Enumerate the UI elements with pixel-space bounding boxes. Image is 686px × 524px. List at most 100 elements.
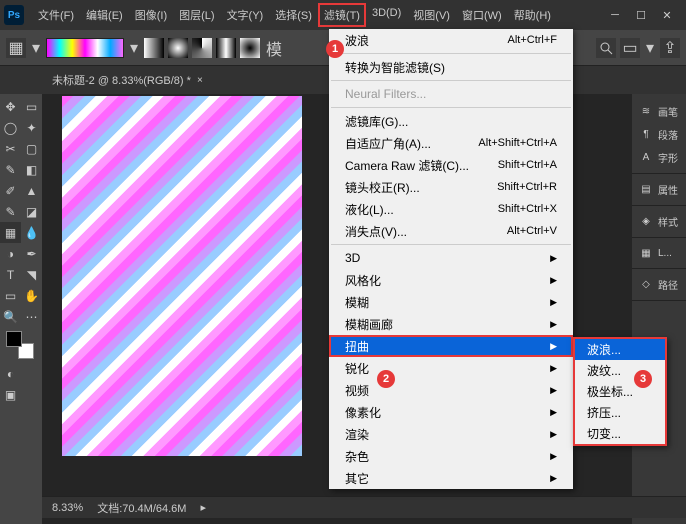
zoom-tool[interactable]: 🔍 <box>0 306 21 327</box>
zoom-level[interactable]: 8.33% <box>52 502 83 514</box>
history-brush-tool[interactable]: ✎ <box>0 201 21 222</box>
dd-camera-raw[interactable]: Camera Raw 滤镜(C)...Shift+Ctrl+A <box>329 154 573 176</box>
gradient-tool[interactable]: ▦ <box>0 222 21 243</box>
close-button[interactable]: ✕ <box>660 8 674 22</box>
menu-edit[interactable]: 编辑(E) <box>80 3 129 27</box>
gradient-angle-icon[interactable] <box>192 38 212 58</box>
dd-render[interactable]: 渲染▶ <box>329 423 573 445</box>
frame-tool[interactable]: ▢ <box>21 138 42 159</box>
sub-pinch[interactable]: 挤压... <box>575 402 665 423</box>
dd-distort[interactable]: 扭曲▶ <box>329 335 573 357</box>
document-tab[interactable]: 未标题-2 @ 8.33%(RGB/8) * × <box>44 68 211 92</box>
crop-tool[interactable]: ✂ <box>0 138 21 159</box>
menu-type[interactable]: 文字(Y) <box>221 3 270 27</box>
share-icon[interactable]: ⇪ <box>660 38 680 58</box>
submenu-arrow-icon: ▶ <box>550 429 557 440</box>
workspace-icon[interactable]: ▭ <box>620 38 640 58</box>
dd-lens-correction[interactable]: 镜头校正(R)...Shift+Ctrl+R <box>329 176 573 198</box>
eyedropper-tool[interactable]: ✎ <box>0 159 21 180</box>
dd-other[interactable]: 其它▶ <box>329 467 573 489</box>
panel-properties[interactable]: ▤属性 <box>632 178 686 201</box>
submenu-arrow-icon: ▶ <box>550 407 557 418</box>
shape-tool[interactable]: ▭ <box>0 285 21 306</box>
maximize-button[interactable]: ☐ <box>634 8 648 22</box>
color-swatches[interactable] <box>6 331 34 359</box>
minimize-button[interactable]: ─ <box>608 8 622 22</box>
hand-tool[interactable]: ✋ <box>21 285 42 306</box>
mode-button[interactable]: 模 <box>264 38 284 58</box>
screen-mode-tool[interactable]: ▣ <box>0 384 21 405</box>
dd-pixelate[interactable]: 像素化▶ <box>329 401 573 423</box>
dd-adaptive-wide-angle[interactable]: 自适应广角(A)...Alt+Shift+Ctrl+A <box>329 132 573 154</box>
eraser-tool[interactable]: ◪ <box>21 201 42 222</box>
panel-styles[interactable]: ◈样式 <box>632 210 686 233</box>
magic-wand-tool[interactable]: ✦ <box>21 117 42 138</box>
type-tool[interactable]: T <box>0 264 21 285</box>
dd-video[interactable]: 视频▶ <box>329 379 573 401</box>
path-select-tool[interactable]: ◥ <box>21 264 42 285</box>
gradient-radial-icon[interactable] <box>168 38 188 58</box>
sub-shear[interactable]: 切变... <box>575 423 665 444</box>
menu-view[interactable]: 视图(V) <box>407 3 456 27</box>
tool-preset-icon[interactable]: ▦ <box>6 38 26 58</box>
panel-paths[interactable]: ◇路径 <box>632 273 686 296</box>
dd-vanishing-point[interactable]: 消失点(V)...Alt+Ctrl+V <box>329 220 573 242</box>
dd-blur[interactable]: 模糊▶ <box>329 291 573 313</box>
toolbox: ✥▭ ◯✦ ✂▢ ✎◧ ✐▲ ✎◪ ▦💧 ◑✒ T◥ ▭✋ 🔍⋯ ◐ ▣ <box>0 94 42 524</box>
menu-window[interactable]: 窗口(W) <box>456 3 508 27</box>
quickmask-tool[interactable]: ◐ <box>0 363 21 384</box>
window-controls: ─ ☐ ✕ <box>608 8 682 22</box>
gradient-diamond-icon[interactable] <box>240 38 260 58</box>
menu-select[interactable]: 选择(S) <box>269 3 318 27</box>
submenu-arrow-icon: ▶ <box>550 253 557 264</box>
panel-brushes[interactable]: ≋画笔 <box>632 100 686 123</box>
sub-wave[interactable]: 波浪... <box>575 339 665 360</box>
blur-tool[interactable]: 💧 <box>21 222 42 243</box>
brush-tool[interactable]: ✐ <box>0 180 21 201</box>
annotation-3: 3 <box>634 370 652 388</box>
menu-layer[interactable]: 图层(L) <box>173 3 220 27</box>
menu-separator <box>331 107 571 108</box>
panel-glyphs[interactable]: A字形 <box>632 146 686 169</box>
tool-preset-dropdown[interactable]: ▾ <box>30 38 42 58</box>
menu-file[interactable]: 文件(F) <box>32 3 80 27</box>
dd-convert-smart[interactable]: 转换为智能滤镜(S) <box>329 56 573 78</box>
dd-liquify[interactable]: 液化(L)...Shift+Ctrl+X <box>329 198 573 220</box>
ruler-tool[interactable]: ◧ <box>21 159 42 180</box>
menu-filter[interactable]: 滤镜(T) <box>318 3 366 27</box>
dd-last-filter[interactable]: 波浪Alt+Ctrl+F <box>329 29 573 51</box>
dd-sharpen[interactable]: 锐化▶ <box>329 357 573 379</box>
dd-stylize[interactable]: 风格化▶ <box>329 269 573 291</box>
dd-noise[interactable]: 杂色▶ <box>329 445 573 467</box>
sub-polar[interactable]: 极坐标... <box>575 381 665 402</box>
menu-help[interactable]: 帮助(H) <box>508 3 557 27</box>
lasso-tool[interactable]: ◯ <box>0 117 21 138</box>
dd-neural-filters[interactable]: Neural Filters... <box>329 83 573 105</box>
foreground-color-swatch[interactable] <box>6 331 22 347</box>
panel-libraries[interactable]: ▦L... <box>632 242 686 264</box>
move-tool[interactable]: ✥ <box>0 96 21 117</box>
workspace-dropdown[interactable]: ▾ <box>644 38 656 58</box>
status-arrow-icon[interactable]: ▸ <box>200 501 206 514</box>
gradient-linear-icon[interactable] <box>144 38 164 58</box>
gradient-dropdown[interactable]: ▾ <box>128 38 140 58</box>
gradient-preview[interactable] <box>46 38 124 58</box>
tab-close-icon[interactable]: × <box>197 75 203 86</box>
dd-blur-gallery[interactable]: 模糊画廊▶ <box>329 313 573 335</box>
search-icon[interactable] <box>596 38 616 58</box>
dodge-tool[interactable]: ◑ <box>0 243 21 264</box>
clone-stamp-tool[interactable]: ▲ <box>21 180 42 201</box>
dd-filter-gallery[interactable]: 滤镜库(G)... <box>329 110 573 132</box>
menu-image[interactable]: 图像(I) <box>129 3 173 27</box>
app-logo: Ps <box>4 5 24 25</box>
more-tools[interactable]: ⋯ <box>21 306 42 327</box>
submenu-arrow-icon: ▶ <box>550 473 557 484</box>
menu-3d[interactable]: 3D(D) <box>366 3 407 27</box>
doc-info[interactable]: 文档:70.4M/64.6M <box>97 500 186 516</box>
dd-3d[interactable]: 3D▶ <box>329 247 573 269</box>
artboard-tool[interactable]: ▭ <box>21 96 42 117</box>
document-canvas[interactable] <box>62 96 302 456</box>
gradient-reflected-icon[interactable] <box>216 38 236 58</box>
panel-paragraph[interactable]: ¶段落 <box>632 123 686 146</box>
pen-tool[interactable]: ✒ <box>21 243 42 264</box>
